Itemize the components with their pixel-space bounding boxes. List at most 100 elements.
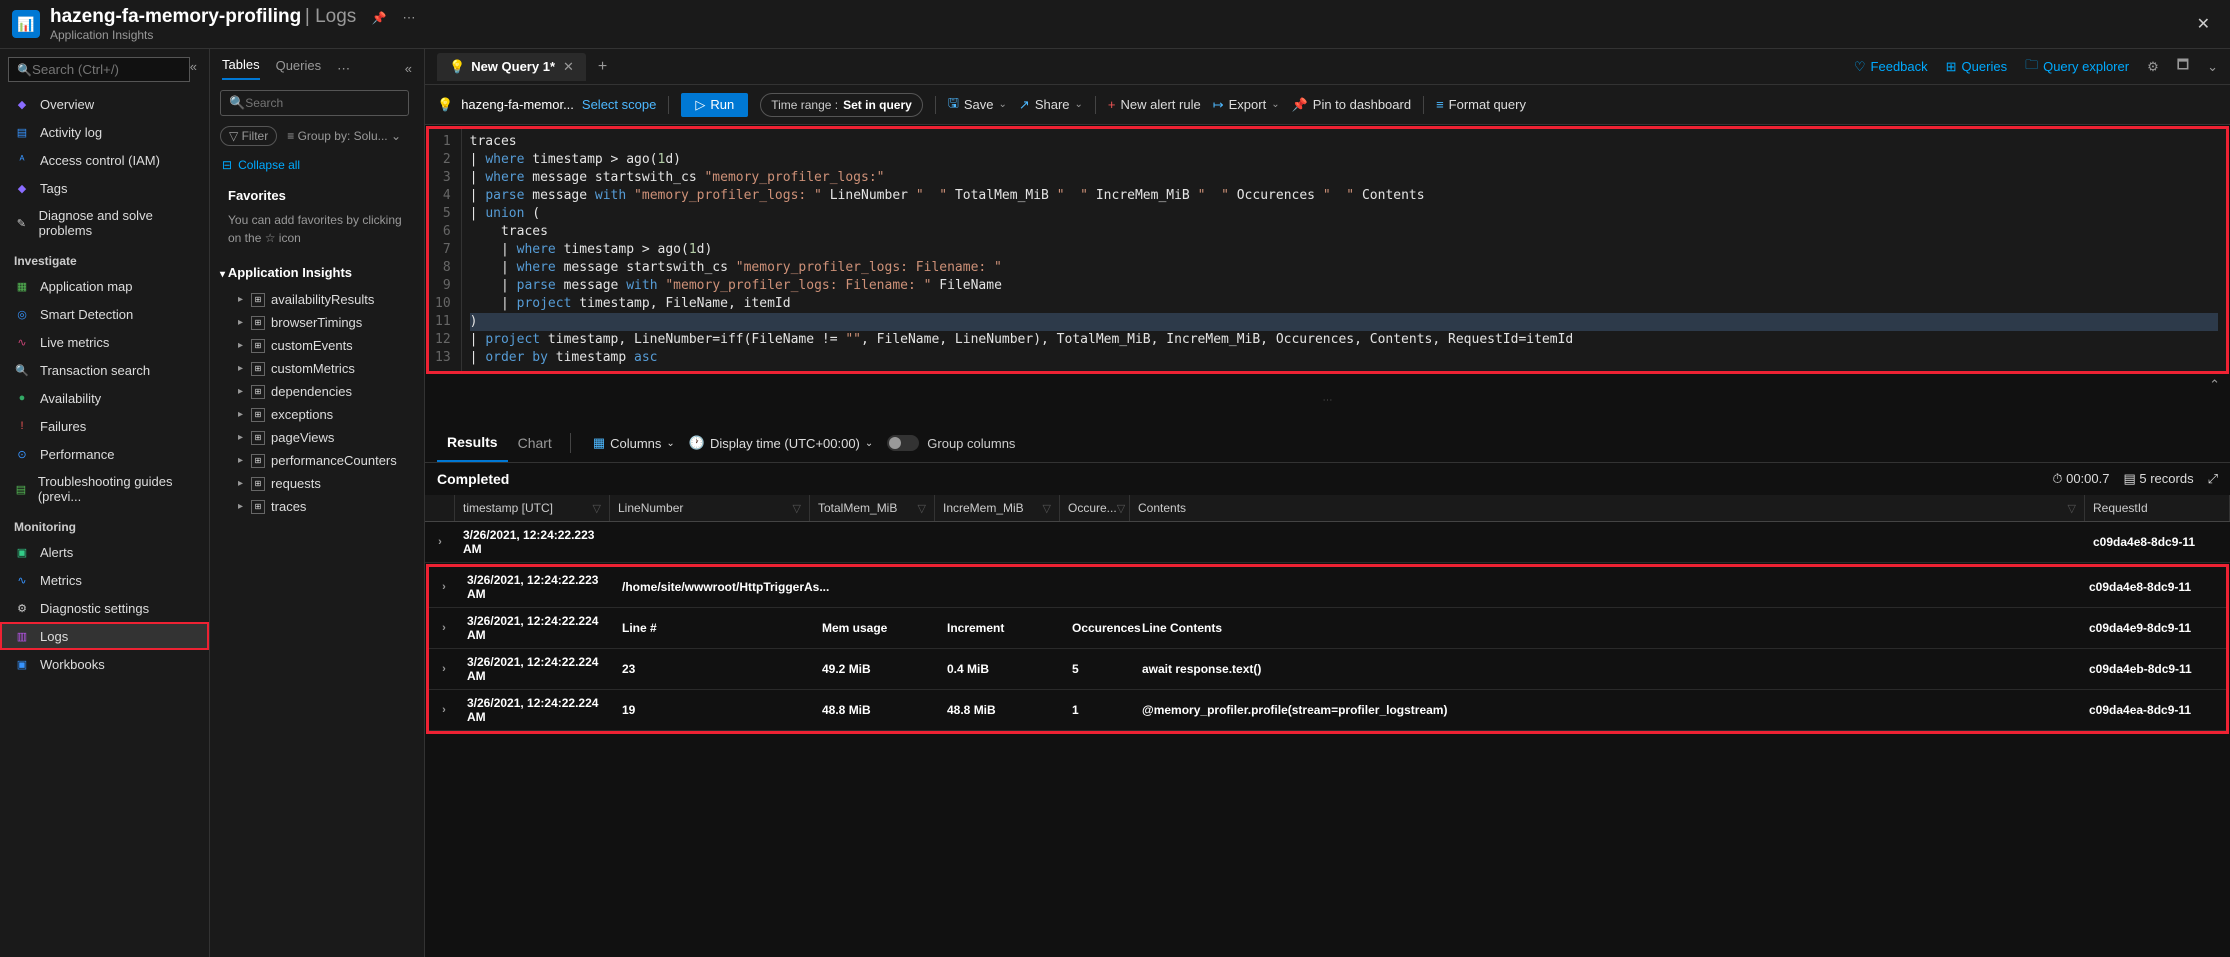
collapse-editor-icon[interactable]: ⌃ [2209, 377, 2220, 392]
nav-item[interactable]: !Failures [0, 412, 209, 440]
save-button[interactable]: 🖫Save⌄ [948, 94, 1007, 116]
nav-item[interactable]: ▣Alerts [0, 538, 209, 566]
format-query-button[interactable]: ≡Format query [1436, 97, 1526, 112]
query-tab[interactable]: 💡 New Query 1* ✕ [437, 53, 586, 81]
share-button[interactable]: ↗Share⌄ [1019, 97, 1083, 113]
code-area[interactable]: traces| where timestamp > ago(1d)| where… [462, 129, 2226, 371]
filter-icon[interactable]: ▽ [593, 502, 601, 515]
expand-row-icon[interactable]: › [429, 608, 459, 648]
table-icon: ⊞ [251, 477, 265, 491]
chevron-down-icon[interactable]: ⌄ [2207, 59, 2218, 75]
collapse-all-button[interactable]: ⊟ Collapse all [210, 150, 424, 180]
nav-item[interactable]: ●Availability [0, 384, 209, 412]
table-label: pageViews [271, 430, 334, 445]
query-editor[interactable]: 12345678910111213 traces| where timestam… [429, 129, 2226, 371]
table-row[interactable]: › 3/26/2021, 12:24:22.224 AM 19 48.8 MiB… [429, 690, 2226, 731]
nav-item[interactable]: ᴬAccess control (IAM) [0, 146, 209, 174]
close-icon[interactable]: ✕ [2189, 10, 2218, 38]
table-group-app-insights[interactable]: Application Insights [210, 257, 424, 288]
filter-icon[interactable]: ▽ [793, 502, 801, 515]
feedback-button[interactable]: ♡Feedback [1854, 59, 1928, 75]
nav-item[interactable]: 🔍Transaction search [0, 356, 209, 384]
nav-item[interactable]: ⚙Diagnostic settings [0, 594, 209, 622]
table-item[interactable]: ⊞dependencies [210, 380, 424, 403]
table-item[interactable]: ⊞exceptions [210, 403, 424, 426]
nav-item[interactable]: ▤Activity log [0, 118, 209, 146]
pin-button[interactable]: 📌Pin to dashboard [1292, 97, 1411, 113]
filter-icon[interactable]: ▽ [2068, 502, 2076, 515]
results-tab[interactable]: Results [437, 424, 508, 462]
pin-icon[interactable]: 📌 [372, 11, 387, 25]
table-search-input[interactable] [245, 96, 400, 110]
tab-queries[interactable]: Queries [276, 58, 322, 79]
table-label: customEvents [271, 338, 353, 353]
table-item[interactable]: ⊞traces [210, 495, 424, 518]
nav-item[interactable]: ▥Logs [0, 622, 209, 650]
filter-button[interactable]: ▽ Filter [220, 126, 277, 146]
table-item[interactable]: ⊞availabilityResults [210, 288, 424, 311]
nav-search-input[interactable] [32, 62, 209, 77]
settings-icon[interactable]: ⚙ [2147, 59, 2159, 75]
table-item[interactable]: ⊞pageViews [210, 426, 424, 449]
group-columns-toggle[interactable] [887, 435, 919, 451]
table-item[interactable]: ⊞performanceCounters [210, 449, 424, 472]
col-incremem[interactable]: IncreMem_MiB▽ [935, 495, 1060, 521]
expand-row-icon[interactable]: › [429, 690, 459, 730]
table-row[interactable]: › 3/26/2021, 12:24:22.223 AM c09da4e8-8d… [425, 522, 2230, 563]
table-row[interactable]: › 3/26/2021, 12:24:22.224 AM 23 49.2 MiB… [429, 649, 2226, 690]
col-requestid[interactable]: RequestId [2085, 495, 2230, 521]
export-button[interactable]: ↦Export⌄ [1213, 97, 1280, 113]
table-row[interactable]: › 3/26/2021, 12:24:22.224 AM Line # Mem … [429, 608, 2226, 649]
columns-button[interactable]: ▦Columns⌄ [593, 435, 675, 451]
nav-item[interactable]: ◆Overview [0, 90, 209, 118]
col-timestamp[interactable]: timestamp [UTC]▽ [455, 495, 610, 521]
chart-tab[interactable]: Chart [508, 425, 562, 461]
filter-icon[interactable]: ▽ [1043, 502, 1051, 515]
nav-item[interactable]: ✎Diagnose and solve problems [0, 202, 209, 244]
table-row[interactable]: › 3/26/2021, 12:24:22.223 AM /home/site/… [429, 567, 2226, 608]
filter-icon[interactable]: ▽ [918, 502, 926, 515]
time-range-selector[interactable]: Time range : Set in query [760, 93, 923, 117]
table-item[interactable]: ⊞browserTimings [210, 311, 424, 334]
close-tab-icon[interactable]: ✕ [563, 59, 574, 75]
add-tab-button[interactable]: + [590, 58, 615, 76]
docs-icon[interactable]: 🗖 [2177, 56, 2189, 78]
new-alert-button[interactable]: +New alert rule [1108, 97, 1201, 112]
nav-item[interactable]: ▣Workbooks [0, 650, 209, 678]
more-icon[interactable]: ⋯ [337, 61, 350, 77]
more-icon[interactable]: ⋯ [402, 10, 415, 25]
tab-tables[interactable]: Tables [222, 57, 260, 80]
col-linenumber[interactable]: LineNumber▽ [610, 495, 810, 521]
col-contents[interactable]: Contents▽ [1130, 495, 2085, 521]
col-occurences[interactable]: Occure...▽ [1060, 495, 1130, 521]
nav-item[interactable]: ◎Smart Detection [0, 300, 209, 328]
expand-row-icon[interactable]: › [425, 522, 455, 562]
display-time-button[interactable]: 🕐Display time (UTC+00:00)⌄ [689, 435, 873, 451]
collapse-panel-icon[interactable]: « [405, 61, 412, 76]
expand-icon[interactable]: ⤢ [2208, 471, 2218, 487]
nav-label: Performance [40, 447, 114, 462]
queries-button[interactable]: ⊞Queries [1946, 59, 2007, 75]
nav-item[interactable]: ∿Live metrics [0, 328, 209, 356]
table-label: exceptions [271, 407, 333, 422]
nav-item[interactable]: ◆Tags [0, 174, 209, 202]
col-totalmem[interactable]: TotalMem_MiB▽ [810, 495, 935, 521]
nav-item[interactable]: ▦Application map [0, 272, 209, 300]
nav-item[interactable]: ⊙Performance [0, 440, 209, 468]
table-item[interactable]: ⊞customMetrics [210, 357, 424, 380]
nav-search[interactable]: 🔍 [8, 57, 190, 82]
nav-label: Troubleshooting guides (previ... [38, 474, 195, 504]
table-label: dependencies [271, 384, 352, 399]
table-item[interactable]: ⊞requests [210, 472, 424, 495]
filter-icon[interactable]: ▽ [1117, 502, 1125, 515]
select-scope-link[interactable]: Select scope [582, 97, 656, 112]
table-search[interactable]: 🔍 [220, 90, 409, 116]
expand-row-icon[interactable]: › [429, 567, 459, 607]
groupby-button[interactable]: ≡ Group by: Solu... ⌄ [287, 129, 401, 143]
nav-item[interactable]: ∿Metrics [0, 566, 209, 594]
query-explorer-button[interactable]: 🗀Query explorer [2025, 56, 2129, 78]
expand-row-icon[interactable]: › [429, 649, 459, 689]
table-item[interactable]: ⊞customEvents [210, 334, 424, 357]
run-button[interactable]: ▷Run [681, 93, 748, 117]
nav-item[interactable]: ▤Troubleshooting guides (previ... [0, 468, 209, 510]
